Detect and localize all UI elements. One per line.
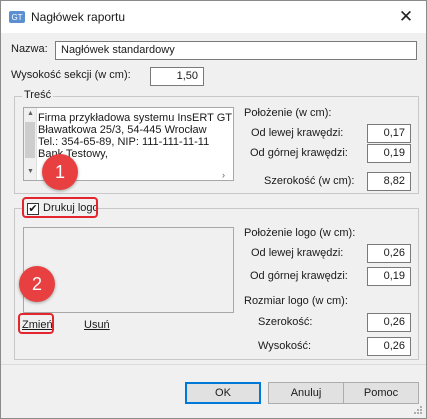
content-line: Tel.: 354-65-89, NIP: 111-111-11-11	[38, 136, 210, 148]
scroll-up-icon[interactable]: ▲	[27, 110, 34, 117]
scroll-right-icon[interactable]: ›	[222, 170, 225, 180]
step-badge-2: 2	[19, 266, 55, 302]
logo-left-label: Od lewej krawędzi:	[251, 247, 344, 259]
close-icon[interactable]: ✕	[392, 4, 420, 30]
content-left-label: Od lewej krawędzi:	[251, 127, 344, 139]
window-title: Nagłówek raportu	[31, 10, 126, 24]
logo-left-field[interactable]: 0,26	[367, 244, 411, 263]
content-width-field[interactable]: 8,82	[367, 172, 411, 191]
help-button[interactable]: Pomoc	[343, 382, 419, 404]
content-line: Firma przykładowa systemu InsERT GT	[38, 112, 232, 124]
position-label: Położenie (w cm):	[244, 107, 332, 119]
logo-top-field[interactable]: 0,19	[367, 267, 411, 286]
content-top-field[interactable]: 0,19	[367, 144, 411, 163]
cancel-button[interactable]: Anuluj	[268, 382, 344, 404]
remove-logo-link[interactable]: Usuń	[84, 319, 110, 331]
logo-position-label: Położenie logo (w cm):	[244, 227, 356, 239]
logo-height-field[interactable]: 0,26	[367, 337, 411, 356]
content-line: Bławatkowa 25/3, 54-445 Wrocław	[38, 124, 207, 136]
logo-top-label: Od górnej krawędzi:	[250, 270, 348, 282]
content-top-label: Od górnej krawędzi:	[250, 147, 348, 159]
section-height-label: Wysokość sekcji (w cm):	[11, 69, 131, 81]
content-legend: Treść	[22, 89, 54, 101]
logo-size-label: Rozmiar logo (w cm):	[244, 295, 348, 307]
scroll-down-icon[interactable]: ▼	[27, 168, 34, 175]
section-height-field[interactable]: 1,50	[150, 67, 204, 86]
name-label: Nazwa:	[11, 43, 48, 55]
dialog-window: GT Nagłówek raportu ✕ Nazwa: Nagłówek st…	[0, 0, 427, 419]
logo-preview	[23, 227, 234, 313]
highlight-print-logo	[22, 197, 98, 218]
resize-grip-icon[interactable]	[413, 405, 423, 415]
scroll-thumb[interactable]	[25, 122, 35, 158]
title-bar: GT Nagłówek raportu ✕	[1, 1, 426, 33]
content-width-label: Szerokość (w cm):	[264, 175, 355, 187]
logo-width-label: Szerokość:	[258, 316, 313, 328]
ok-button[interactable]: OK	[185, 382, 261, 404]
highlight-change-link	[18, 313, 54, 334]
app-icon: GT	[9, 11, 25, 23]
step-badge-1: 1	[42, 154, 78, 190]
logo-width-field[interactable]: 0,26	[367, 313, 411, 332]
name-field[interactable]: Nagłówek standardowy	[55, 41, 417, 60]
logo-height-label: Wysokość:	[258, 340, 312, 352]
button-separator	[1, 364, 426, 365]
content-left-field[interactable]: 0,17	[367, 124, 411, 143]
svg-text:GT: GT	[11, 13, 22, 22]
textbox-scrollbar[interactable]: ▲ ▼	[24, 108, 37, 180]
